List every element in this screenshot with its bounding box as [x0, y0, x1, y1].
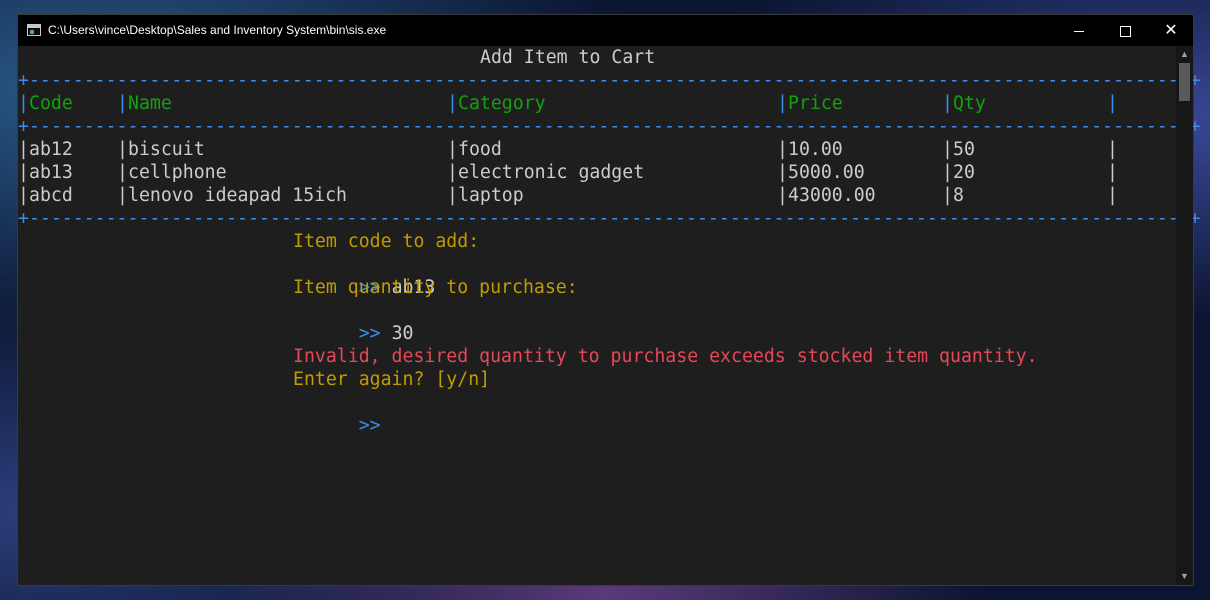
column-divider: | [117, 139, 128, 160]
cell-qty: 50 [953, 139, 975, 160]
column-divider: | [117, 162, 128, 183]
column-divider: | [117, 185, 128, 206]
prompt-item-code-label: Item code to add: [293, 231, 480, 252]
retry-input-line[interactable]: >> [293, 391, 392, 436]
close-icon: ✕ [1164, 22, 1178, 39]
scroll-down-arrow-icon[interactable]: ▼ [1176, 568, 1193, 585]
table-row: | ab13 | cellphone | electronic gadget |… [18, 161, 1178, 184]
table-row: | ab12 | biscuit | food | 10.00 | 50 | [18, 138, 1178, 161]
title-bar[interactable]: C:\Users\vince\Desktop\Sales and Invento… [18, 15, 1193, 46]
cell-price: 43000.00 [788, 185, 876, 206]
quantity-input-value: 30 [391, 323, 414, 344]
cell-price: 5000.00 [788, 162, 865, 183]
error-message: Invalid, desired quantity to purchase ex… [293, 346, 1038, 367]
column-header-price: Price [788, 93, 843, 114]
table-header-row: | Code | Name | Category | Price | Qty | [18, 92, 1178, 115]
scroll-up-arrow-icon[interactable]: ▲ [1176, 46, 1193, 63]
table-border-bottom: +---------------------------------------… [18, 208, 1201, 229]
column-divider: | [447, 185, 458, 206]
cell-category: electronic gadget [458, 162, 645, 183]
column-header-code: Code [29, 93, 73, 114]
column-divider: | [18, 139, 29, 160]
console-app-icon [27, 24, 41, 36]
column-header-category: Category [458, 93, 546, 114]
column-divider: | [1107, 162, 1118, 183]
column-divider: | [942, 185, 953, 206]
column-divider: | [1107, 139, 1118, 160]
column-divider: | [1107, 93, 1118, 114]
vertical-scrollbar[interactable]: ▲ ▼ [1176, 46, 1193, 585]
table-row: | abcd | lenovo ideapad 15ich | laptop |… [18, 184, 1178, 207]
table-border-top: +---------------------------------------… [18, 70, 1201, 91]
prompt-quantity-label: Item quantity to purchase: [293, 277, 578, 298]
cell-category: laptop [458, 185, 524, 206]
column-divider: | [117, 93, 128, 114]
cell-name: cellphone [128, 162, 227, 183]
cell-price: 10.00 [788, 139, 843, 160]
column-header-qty: Qty [953, 93, 986, 114]
maximize-button[interactable] [1102, 15, 1148, 46]
column-divider: | [942, 93, 953, 114]
column-divider: | [447, 93, 458, 114]
window-title: C:\Users\vince\Desktop\Sales and Invento… [48, 23, 387, 37]
column-divider: | [18, 162, 29, 183]
column-divider: | [18, 93, 29, 114]
prompt-marker: >> [358, 415, 381, 436]
page-title: Add Item to Cart [480, 47, 656, 68]
cell-qty: 8 [953, 185, 964, 206]
retry-prompt-label: Enter again? [y/n] [293, 369, 491, 390]
prompt-marker: >> [358, 323, 381, 344]
prompt-quantity-input-line: >> 30 [293, 299, 414, 344]
column-divider: | [777, 185, 788, 206]
column-divider: | [447, 139, 458, 160]
cell-code: abcd [29, 185, 73, 206]
cell-name: biscuit [128, 139, 205, 160]
console-window[interactable]: C:\Users\vince\Desktop\Sales and Invento… [17, 14, 1201, 586]
console-output[interactable]: Add Item to Cart +----------------------… [18, 46, 1201, 585]
column-divider: | [1107, 185, 1118, 206]
column-divider: | [942, 139, 953, 160]
cell-name: lenovo ideapad 15ich [128, 185, 347, 206]
cell-code: ab13 [29, 162, 73, 183]
prompt-item-code-input-line: >> ab13 [293, 253, 436, 298]
maximize-icon [1119, 25, 1131, 37]
column-divider: | [777, 162, 788, 183]
column-divider: | [447, 162, 458, 183]
close-button[interactable]: ✕ [1148, 15, 1194, 46]
column-divider: | [777, 139, 788, 160]
column-divider: | [777, 93, 788, 114]
cell-category: food [458, 139, 502, 160]
table-border-header: +---------------------------------------… [18, 116, 1201, 137]
column-divider: | [942, 162, 953, 183]
scrollbar-thumb[interactable] [1179, 63, 1190, 101]
cell-qty: 20 [953, 162, 975, 183]
column-divider: | [18, 185, 29, 206]
column-header-name: Name [128, 93, 172, 114]
cell-code: ab12 [29, 139, 73, 160]
minimize-icon [1074, 30, 1084, 32]
minimize-button[interactable] [1056, 15, 1102, 46]
